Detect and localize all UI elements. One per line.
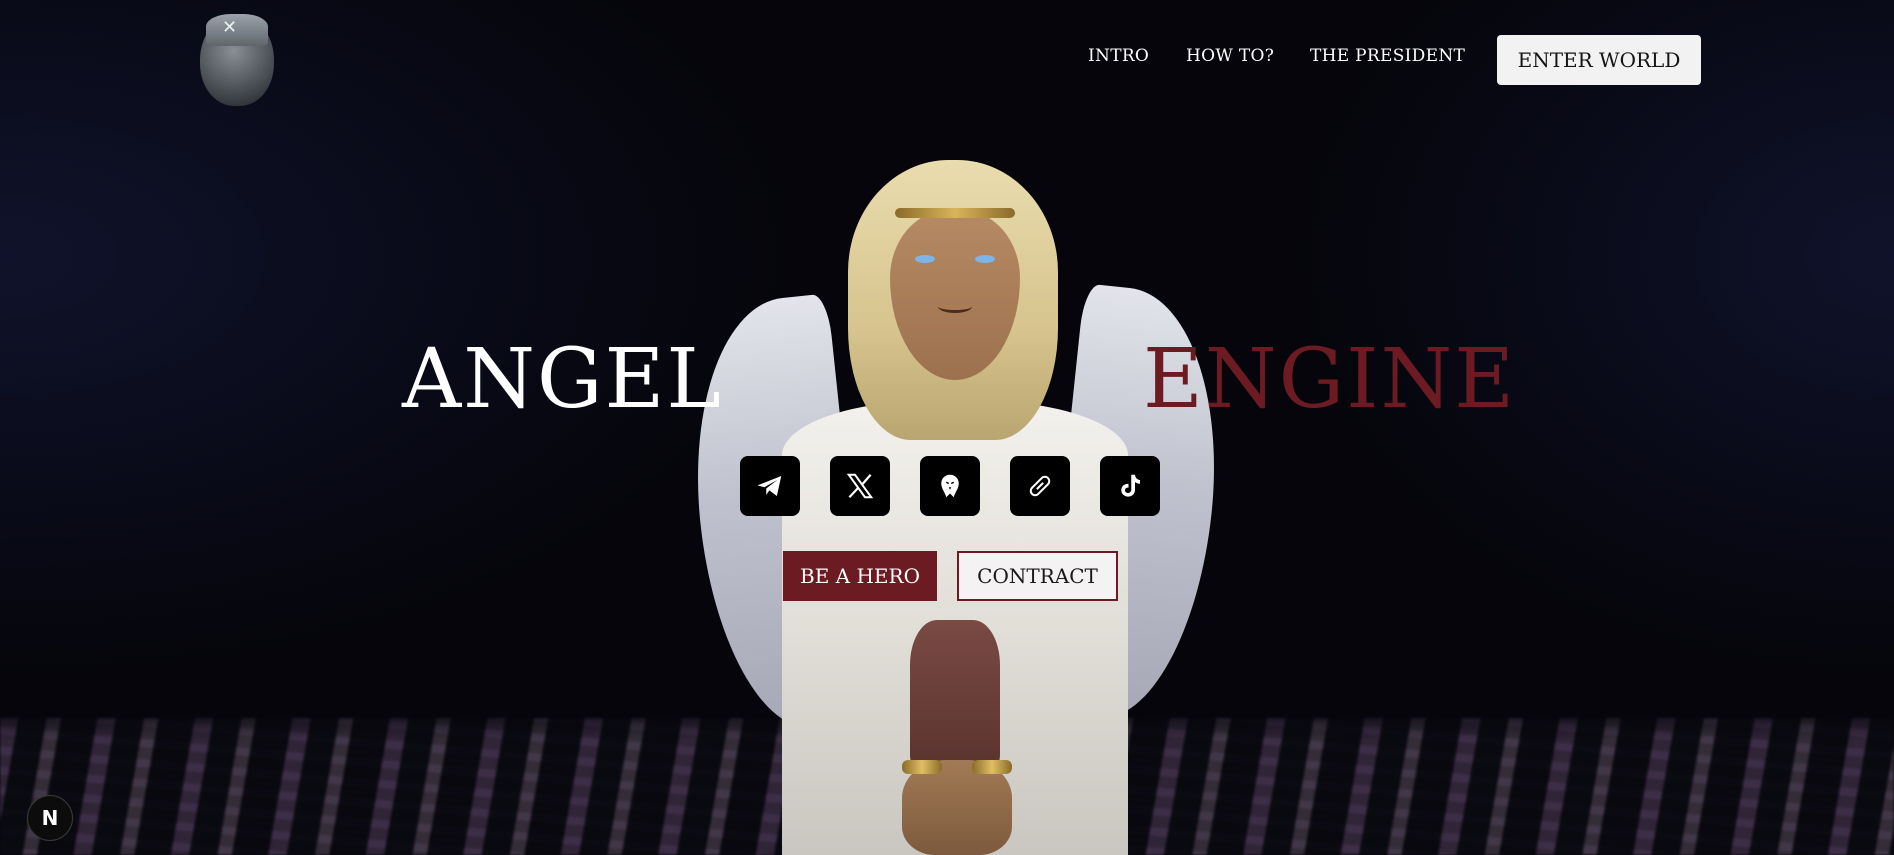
telegram-link[interactable] bbox=[740, 456, 800, 516]
enter-world-button[interactable]: ENTER WORLD bbox=[1497, 35, 1701, 85]
be-a-hero-button[interactable]: BE A HERO bbox=[783, 551, 937, 601]
circlet bbox=[895, 208, 1015, 218]
masked-figure-logo-icon[interactable]: ✕ bbox=[200, 14, 274, 106]
nav-how-to[interactable]: HOW TO? bbox=[1186, 46, 1274, 66]
nav-the-president[interactable]: THE PRESIDENT bbox=[1310, 46, 1465, 66]
link-link[interactable] bbox=[1010, 456, 1070, 516]
nav-intro[interactable]: INTRO bbox=[1088, 46, 1149, 66]
contract-button[interactable]: CONTRACT bbox=[957, 551, 1118, 601]
social-links bbox=[740, 456, 1160, 516]
x-icon bbox=[846, 473, 874, 499]
n-badge-button[interactable]: N bbox=[27, 795, 73, 841]
clasped-hands bbox=[902, 760, 1012, 855]
title-engine: ENGINE bbox=[1143, 332, 1517, 427]
tiktok-icon bbox=[1121, 474, 1140, 497]
telegram-icon bbox=[757, 476, 782, 496]
tiktok-link[interactable] bbox=[1100, 456, 1160, 516]
eagle-link[interactable] bbox=[920, 456, 980, 516]
hero-background bbox=[0, 0, 1894, 855]
link-icon bbox=[1029, 475, 1051, 497]
x-link[interactable] bbox=[830, 456, 890, 516]
title-angel: ANGEL bbox=[402, 332, 723, 427]
eagle-icon bbox=[941, 474, 959, 498]
